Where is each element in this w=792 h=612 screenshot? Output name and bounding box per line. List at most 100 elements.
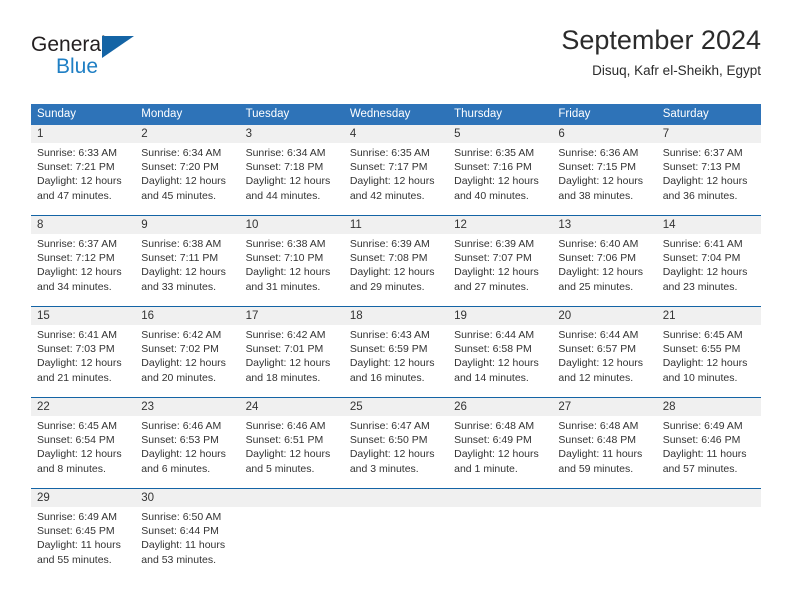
day-daylight-text: Daylight: 12 hours <box>141 266 226 279</box>
general-blue-logo[interactable]: General Blue <box>31 26 231 84</box>
day-cell[interactable]: Sunrise: 6:41 AM Sunset: 7:04 PM Daylight:… <box>657 234 761 306</box>
day-daylight-text: Daylight: 12 hours <box>37 266 122 279</box>
day-cell[interactable]: Sunrise: 6:37 AM Sunset: 7:12 PM Daylight:… <box>31 234 135 306</box>
day-number[interactable]: 30 <box>135 489 239 507</box>
day-number[interactable]: 28 <box>657 398 761 416</box>
day-sunrise-text: Sunrise: 6:36 AM <box>558 147 639 159</box>
day-cell[interactable]: Sunrise: 6:34 AM Sunset: 7:18 PM Daylight:… <box>240 143 344 215</box>
day-cell[interactable]: Sunrise: 6:39 AM Sunset: 7:07 PM Daylight:… <box>448 234 552 306</box>
day-sunset-text: Sunset: 6:58 PM <box>454 343 532 356</box>
weekday-header-wednesday: Wednesday <box>349 108 411 120</box>
day-daylight-text: Daylight: 12 hours <box>141 357 226 370</box>
day-cell[interactable]: Sunrise: 6:50 AM Sunset: 6:44 PM Daylight:… <box>135 507 239 579</box>
day-daylight-text: and 16 minutes. <box>349 371 425 384</box>
day-number[interactable]: 29 <box>31 489 135 507</box>
day-cell[interactable]: Sunrise: 6:39 AM Sunset: 7:08 PM Daylight:… <box>344 234 448 306</box>
day-daylight-text: Daylight: 12 hours <box>454 175 539 188</box>
day-cell[interactable]: Sunrise: 6:44 AM Sunset: 6:58 PM Daylight:… <box>448 325 552 397</box>
day-number[interactable]: 22 <box>31 398 135 416</box>
day-cell[interactable]: Sunrise: 6:48 AM Sunset: 6:49 PM Daylight:… <box>448 416 552 488</box>
day-number[interactable]: 14 <box>657 216 761 234</box>
day-cell[interactable]: Sunrise: 6:40 AM Sunset: 7:06 PM Daylight:… <box>552 234 656 306</box>
day-cell[interactable]: Sunrise: 6:43 AM Sunset: 6:59 PM Daylight:… <box>344 325 448 397</box>
day-number[interactable]: 15 <box>31 307 135 325</box>
day-number[interactable]: 19 <box>448 307 552 325</box>
day-number[interactable]: 3 <box>240 125 344 143</box>
day-number[interactable]: 5 <box>448 125 552 143</box>
day-number-empty <box>552 489 656 507</box>
page-title: September 2024 <box>561 25 761 55</box>
day-number[interactable]: 10 <box>240 216 344 234</box>
day-cell[interactable]: Sunrise: 6:36 AM Sunset: 7:15 PM Daylight:… <box>552 143 656 215</box>
day-sunrise-text: Sunrise: 6:38 AM <box>245 238 326 250</box>
day-daylight-text: Daylight: 12 hours <box>141 175 226 188</box>
day-daylight-text: and 55 minutes. <box>37 553 112 566</box>
weekday-header-monday: Monday <box>141 108 183 120</box>
day-number[interactable]: 12 <box>448 216 552 234</box>
day-number[interactable]: 16 <box>135 307 239 325</box>
day-number[interactable]: 7 <box>657 125 761 143</box>
day-number[interactable]: 17 <box>240 307 344 325</box>
day-cell[interactable]: Sunrise: 6:34 AM Sunset: 7:20 PM Daylight:… <box>135 143 239 215</box>
day-sunrise-text: Sunrise: 6:43 AM <box>349 329 430 341</box>
day-cell[interactable]: Sunrise: 6:38 AM Sunset: 7:10 PM Daylight:… <box>240 234 344 306</box>
day-cell[interactable]: Sunrise: 6:47 AM Sunset: 6:50 PM Daylight:… <box>344 416 448 488</box>
day-number[interactable]: 2 <box>135 125 239 143</box>
day-cell[interactable]: Sunrise: 6:46 AM Sunset: 6:51 PM Daylight:… <box>240 416 344 488</box>
day-number[interactable]: 25 <box>344 398 448 416</box>
calendar-week-row: 29 30 Sunrise: 6:49 AM Sunset: 6:45 PM Dayli… <box>31 488 761 579</box>
day-daylight-text: and 20 minutes. <box>141 371 216 384</box>
day-number[interactable]: 24 <box>240 398 344 416</box>
day-cell[interactable]: Sunrise: 6:37 AM Sunset: 7:13 PM Daylight:… <box>657 143 761 215</box>
day-cell[interactable]: Sunrise: 6:44 AM Sunset: 6:57 PM Daylight:… <box>552 325 656 397</box>
day-sunset-text: Sunset: 6:51 PM <box>245 434 324 447</box>
day-cell[interactable]: Sunrise: 6:33 AM Sunset: 7:21 PM Daylight:… <box>31 143 135 215</box>
day-cell[interactable]: Sunrise: 6:49 AM Sunset: 6:45 PM Daylight:… <box>31 507 135 579</box>
day-daylight-text: Daylight: 12 hours <box>349 448 435 461</box>
day-daylight-text: Daylight: 12 hours <box>245 357 331 370</box>
logo-text-general: General <box>31 33 106 56</box>
day-daylight-text: and 38 minutes. <box>558 189 634 202</box>
day-daylight-text: Daylight: 12 hours <box>558 175 644 188</box>
day-number[interactable]: 27 <box>552 398 656 416</box>
day-daylight-text: and 5 minutes. <box>245 462 315 475</box>
day-daylight-text: and 31 minutes. <box>245 280 321 293</box>
day-cell[interactable]: Sunrise: 6:35 AM Sunset: 7:17 PM Daylight:… <box>344 143 448 215</box>
day-daylight-text: Daylight: 11 hours <box>37 539 121 552</box>
weekday-header-thursday: Thursday <box>454 108 503 120</box>
day-number[interactable]: 4 <box>344 125 448 143</box>
day-sunrise-text: Sunrise: 6:37 AM <box>662 147 743 159</box>
day-daylight-text: Daylight: 12 hours <box>141 448 226 461</box>
day-cell[interactable]: Sunrise: 6:49 AM Sunset: 6:46 PM Daylight:… <box>657 416 761 488</box>
day-cell[interactable]: Sunrise: 6:45 AM Sunset: 6:55 PM Daylight:… <box>657 325 761 397</box>
day-daylight-text: Daylight: 12 hours <box>245 266 331 279</box>
day-cell[interactable]: Sunrise: 6:41 AM Sunset: 7:03 PM Daylight:… <box>31 325 135 397</box>
day-cell[interactable]: Sunrise: 6:48 AM Sunset: 6:48 PM Daylight:… <box>552 416 656 488</box>
day-number[interactable]: 8 <box>31 216 135 234</box>
day-daylight-text: Daylight: 12 hours <box>349 266 435 279</box>
day-number[interactable]: 1 <box>31 125 135 143</box>
day-number[interactable]: 21 <box>657 307 761 325</box>
day-sunrise-text: Sunrise: 6:33 AM <box>37 147 117 159</box>
day-number[interactable]: 23 <box>135 398 239 416</box>
day-cell[interactable]: Sunrise: 6:45 AM Sunset: 6:54 PM Daylight:… <box>31 416 135 488</box>
day-cell[interactable]: Sunrise: 6:42 AM Sunset: 7:01 PM Daylight:… <box>240 325 344 397</box>
day-daylight-text: and 18 minutes. <box>245 371 321 384</box>
day-sunset-text: Sunset: 6:53 PM <box>141 434 219 447</box>
day-number[interactable]: 11 <box>344 216 448 234</box>
day-sunset-text: Sunset: 7:13 PM <box>662 161 741 174</box>
day-cell[interactable]: Sunrise: 6:38 AM Sunset: 7:11 PM Daylight:… <box>135 234 239 306</box>
day-number[interactable]: 6 <box>552 125 656 143</box>
day-daylight-text: and 14 minutes. <box>454 371 529 384</box>
day-number[interactable]: 13 <box>552 216 656 234</box>
day-cell[interactable]: Sunrise: 6:35 AM Sunset: 7:16 PM Daylight:… <box>448 143 552 215</box>
calendar-grid: Sunday Monday Tuesday Wednesday Thursday Frid… <box>31 104 761 579</box>
day-sunrise-text: Sunrise: 6:41 AM <box>37 329 117 341</box>
day-number[interactable]: 20 <box>552 307 656 325</box>
day-number[interactable]: 9 <box>135 216 239 234</box>
day-cell[interactable]: Sunrise: 6:42 AM Sunset: 7:02 PM Daylight:… <box>135 325 239 397</box>
day-number[interactable]: 18 <box>344 307 448 325</box>
day-number[interactable]: 26 <box>448 398 552 416</box>
day-cell[interactable]: Sunrise: 6:46 AM Sunset: 6:53 PM Daylight:… <box>135 416 239 488</box>
logo-text-blue: Blue <box>56 55 99 78</box>
